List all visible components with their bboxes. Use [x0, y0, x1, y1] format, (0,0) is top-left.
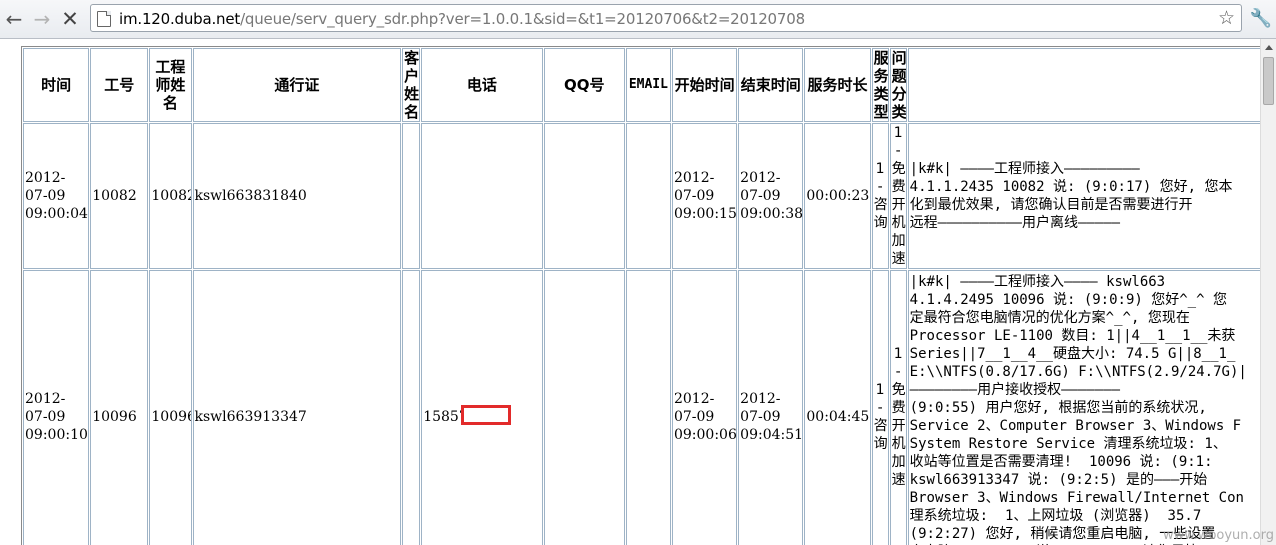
cell-end: 2012-07-09 09:00:38: [738, 123, 804, 269]
cell-content: |k#k| ————工程师接入————————— 4.1.1.2435 1008…: [907, 123, 1260, 269]
url-path: /queue/serv_query_sdr.php?ver=1.0.0.1&si…: [240, 10, 805, 28]
address-bar[interactable]: im.120.duba.net/queue/serv_query_sdr.php…: [90, 4, 1242, 32]
cell-start: 2012-07-09 09:00:15: [671, 123, 738, 269]
cell-category: 1-免费开机加速: [889, 270, 907, 545]
wrench-menu-icon[interactable]: 🔧: [1249, 8, 1273, 30]
header-content: [907, 48, 1260, 122]
vertical-scrollbar[interactable]: [1260, 39, 1276, 545]
cell-category: 1-免费开机加速: [889, 123, 907, 269]
header-duration: 服务时长: [804, 48, 871, 122]
service-records-table: 时间 工号 工程师姓名 通行证 客户姓名 电话 QQ号 EMAIL 开始时间 结…: [21, 46, 1260, 545]
redaction-box: [461, 404, 512, 425]
page-icon: [97, 11, 111, 27]
cell-phone: 15857: [421, 270, 543, 545]
url-text[interactable]: im.120.duba.net/queue/serv_query_sdr.php…: [119, 10, 805, 28]
cell-end: 2012-07-09 09:04:51: [738, 270, 804, 545]
header-start: 开始时间: [671, 48, 738, 122]
stop-loading-icon[interactable]: ✕: [58, 7, 82, 31]
header-customer: 客户姓名: [402, 48, 421, 122]
cell-phone: [421, 123, 543, 269]
cell-duration: 00:04:45: [804, 270, 871, 545]
table-header-row: 时间 工号 工程师姓名 通行证 客户姓名 电话 QQ号 EMAIL 开始时间 结…: [23, 48, 1260, 122]
table-row: 2012-07-09 09:00:10 10096 10096 kswl6639…: [23, 270, 1260, 545]
cell-passport: kswl663913347: [192, 270, 402, 545]
cell-duration: 00:00:23: [804, 123, 871, 269]
cell-email: [625, 270, 671, 545]
header-time: 时间: [23, 48, 90, 122]
header-engineer: 工程师姓名: [149, 48, 192, 122]
scroll-up-arrow-icon[interactable]: [1265, 45, 1273, 50]
watermark-text: www.wooyun.org: [1162, 528, 1274, 543]
header-email: EMAIL: [625, 48, 671, 122]
browser-toolbar: ← → ✕ im.120.duba.net/queue/serv_query_s…: [0, 0, 1276, 39]
url-host: im.120.duba.net: [119, 10, 241, 28]
cell-qq: [543, 123, 625, 269]
header-category: 问题分类: [889, 48, 907, 122]
cell-id: 10096: [90, 270, 149, 545]
cell-passport: kswl663831840: [192, 123, 402, 269]
bookmark-star-icon[interactable]: ☆: [1218, 7, 1235, 29]
cell-customer: [402, 270, 421, 545]
cell-engineer: 10082: [149, 123, 192, 269]
cell-engineer: 10096: [149, 270, 192, 545]
cell-time: 2012-07-09 09:00:10: [23, 270, 90, 545]
header-passport: 通行证: [192, 48, 402, 122]
header-service-type: 服务类型: [871, 48, 889, 122]
cell-customer: [402, 123, 421, 269]
scrollbar-thumb[interactable]: [1263, 57, 1274, 105]
table-row: 2012-07-09 09:00:04 10082 10082 kswl6638…: [23, 123, 1260, 269]
header-phone: 电话: [421, 48, 543, 122]
cell-start: 2012-07-09 09:00:06: [671, 270, 738, 545]
cell-id: 10082: [90, 123, 149, 269]
cell-service-type: 1-咨询: [871, 270, 889, 545]
header-id: 工号: [90, 48, 149, 122]
cell-email: [625, 123, 671, 269]
header-qq: QQ号: [543, 48, 625, 122]
back-arrow-icon[interactable]: ←: [2, 7, 26, 31]
page-viewport: 时间 工号 工程师姓名 通行证 客户姓名 电话 QQ号 EMAIL 开始时间 结…: [0, 39, 1260, 545]
cell-service-type: 1-咨询: [871, 123, 889, 269]
cell-time: 2012-07-09 09:00:04: [23, 123, 90, 269]
header-end: 结束时间: [738, 48, 804, 122]
cell-qq: [543, 270, 625, 545]
cell-content: |k#k| ————工程师接入———— kswl663 4.1.4.2495 1…: [907, 270, 1260, 545]
forward-arrow-icon[interactable]: →: [30, 7, 54, 31]
